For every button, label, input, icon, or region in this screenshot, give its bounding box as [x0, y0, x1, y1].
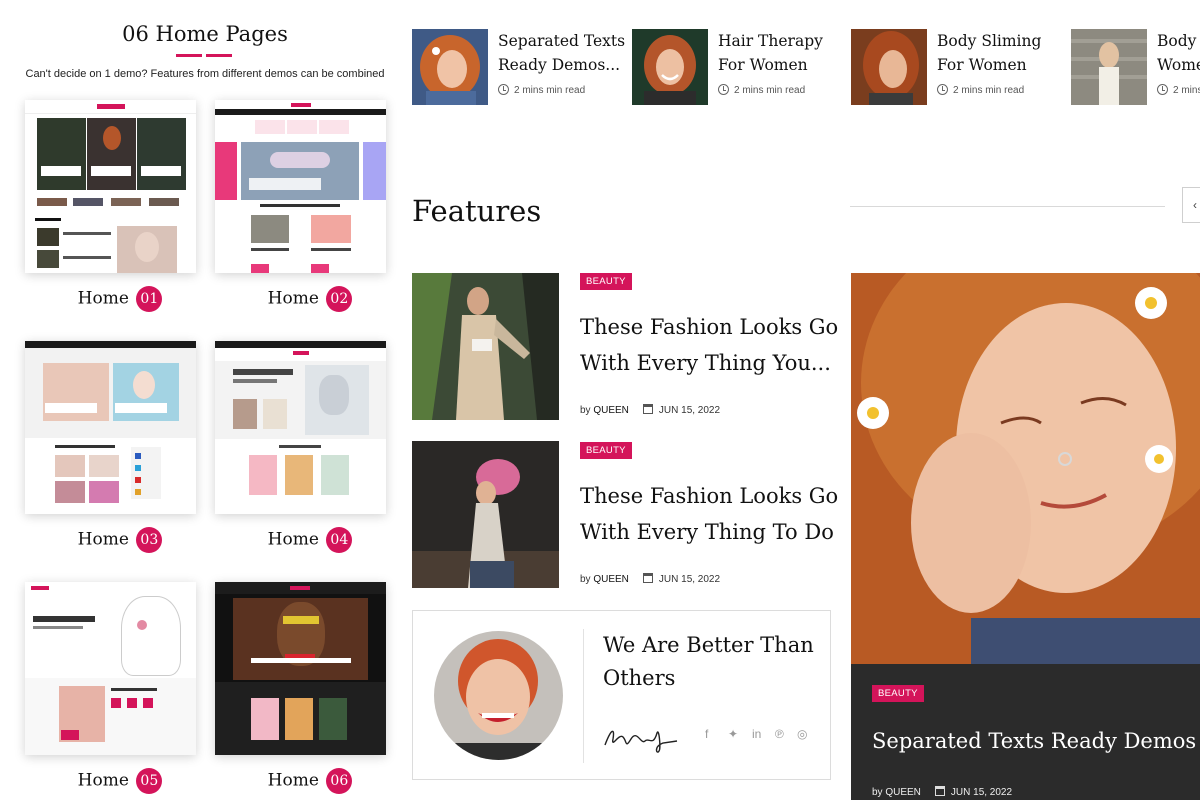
strip-title-1[interactable]: Separated Texts Ready Demos... — [498, 29, 628, 77]
home-05-preview[interactable] — [25, 582, 196, 755]
better-card-title: We Are Better Than Others — [603, 633, 814, 690]
strip-thumb-2[interactable] — [632, 29, 708, 105]
clock-icon — [718, 84, 729, 95]
home-06-preview[interactable] — [215, 582, 386, 755]
title-rule-right — [206, 54, 232, 57]
feature-post-2-image[interactable] — [412, 441, 559, 588]
hero-meta: by QUEEN JUN 15, 2022 — [872, 786, 1013, 798]
strip-thumb-3[interactable] — [851, 29, 927, 105]
feature-post-1-title[interactable]: These Fashion Looks Go With Every Thing Y… — [580, 309, 840, 381]
instagram-icon[interactable]: ◎ — [797, 727, 807, 741]
feature-post-1-image[interactable] — [412, 273, 559, 420]
home-pages-panel: 06 Home Pages Can't decide on 1 demo? Fe… — [0, 0, 410, 800]
clock-icon — [937, 84, 948, 95]
home-04-label[interactable]: Home 04 — [240, 527, 380, 553]
hero-author[interactable]: QUEEN — [885, 787, 921, 798]
home-03-label[interactable]: Home 03 — [50, 527, 190, 553]
feature-post-2-badge[interactable]: BEAUTY — [580, 442, 632, 459]
card-divider — [583, 629, 584, 763]
slider-prev-button[interactable]: ‹ — [1182, 187, 1200, 223]
home-04-preview[interactable] — [215, 341, 386, 514]
home-05-label[interactable]: Home 05 — [50, 768, 190, 794]
features-heading: Features — [412, 194, 542, 228]
home-01-preview[interactable] — [25, 100, 196, 273]
home-03-preview[interactable] — [25, 341, 196, 514]
features-divider — [850, 206, 1165, 207]
author-avatar — [434, 631, 563, 760]
home-02-label[interactable]: Home 02 — [240, 286, 380, 312]
strip-item-3[interactable]: Body Sliming For Women 2 mins min read — [851, 29, 1061, 105]
home-02-preview[interactable] — [215, 100, 386, 273]
pinterest-icon[interactable]: ℗ — [775, 727, 784, 741]
calendar-icon — [642, 573, 653, 583]
home-06-label[interactable]: Home 06 — [240, 768, 380, 794]
strip-title-3[interactable]: Body Sliming For Women — [937, 29, 1067, 77]
feature-post-1-author[interactable]: QUEEN — [593, 405, 629, 416]
feature-post-1-badge[interactable]: BEAUTY — [580, 273, 632, 290]
calendar-icon — [934, 786, 945, 796]
strip-item-4[interactable]: Body LWome 2 mins min read — [1071, 29, 1200, 105]
better-than-others-card: We Are Better Than Others f ✦ in ℗ ◎ — [412, 610, 831, 780]
strip-meta-4: 2 mins min read — [1157, 84, 1200, 96]
strip-item-1[interactable]: Separated Texts Ready Demos... 2 mins min… — [412, 29, 625, 105]
strip-item-2[interactable]: Hair Therapy For Women 2 mins min read — [632, 29, 842, 105]
facebook-icon[interactable]: f — [705, 727, 708, 741]
clock-icon — [498, 84, 509, 95]
home-01-label[interactable]: Home 01 — [50, 286, 190, 312]
hero-image[interactable] — [851, 273, 1200, 664]
hero-badge[interactable]: BEAUTY — [872, 685, 924, 702]
feature-post-2-meta: by QUEEN JUN 15, 2022 — [580, 573, 721, 585]
hero-title[interactable]: Separated Texts Ready Demos de — [872, 729, 1200, 753]
title-rule-left — [176, 54, 202, 57]
strip-meta-2: 2 mins min read — [718, 84, 805, 96]
home-pages-title: 06 Home Pages — [122, 22, 288, 46]
feature-post-1-meta: by QUEEN JUN 15, 2022 — [580, 404, 721, 416]
strip-title-2[interactable]: Hair Therapy For Women — [718, 29, 848, 77]
strip-title-4[interactable]: Body LWome — [1157, 29, 1200, 77]
linkedin-icon[interactable]: in — [752, 727, 761, 741]
strip-meta-1: 2 mins min read — [498, 84, 585, 96]
calendar-icon — [642, 404, 653, 414]
clock-icon — [1157, 84, 1168, 95]
strip-thumb-1[interactable] — [412, 29, 488, 105]
home-pages-subtitle: Can't decide on 1 demo? Features from di… — [25, 68, 385, 80]
hero-feature-card[interactable]: BEAUTY Separated Texts Ready Demos de by… — [851, 273, 1200, 800]
strip-thumb-4[interactable] — [1071, 29, 1147, 105]
twitter-icon[interactable]: ✦ — [728, 727, 738, 741]
feature-post-2-author[interactable]: QUEEN — [593, 574, 629, 585]
strip-meta-3: 2 mins min read — [937, 84, 1024, 96]
signature-graphic — [604, 730, 678, 753]
feature-post-2-title[interactable]: These Fashion Looks Go With Every Thing T… — [580, 478, 840, 550]
